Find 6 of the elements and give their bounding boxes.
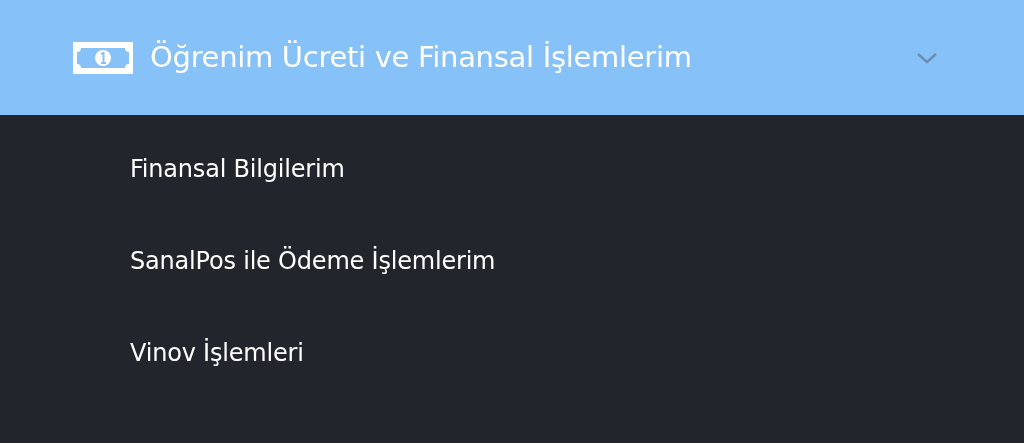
submenu-link[interactable]: Vinov İşlemleri [0,307,1024,399]
submenu-link[interactable]: SanalPos ile Ödeme İşlemlerim [0,215,1024,307]
submenu-link[interactable]: Finansal Bilgilerim [0,123,1024,215]
banknote-icon [72,40,134,75]
chevron-icon [916,50,938,65]
menu-title: Öğrenim Ücreti ve Finansal İşlemlerim [150,38,693,76]
